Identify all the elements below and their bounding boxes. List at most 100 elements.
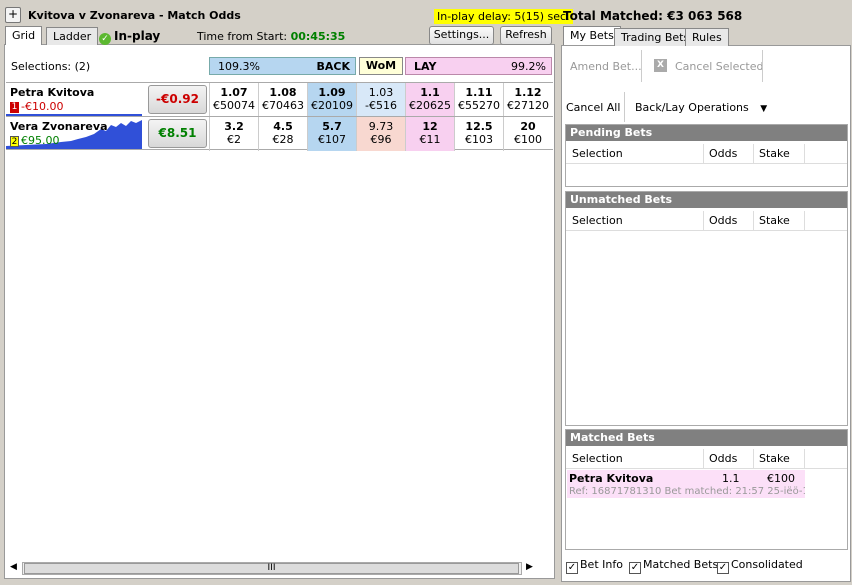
odds: 1.07 — [220, 86, 248, 99]
scroll-right-icon[interactable]: ▶ — [526, 562, 533, 572]
back-cell[interactable]: 1.08 €70463 — [258, 83, 307, 117]
wom-cell: 9.73 €96 — [356, 117, 405, 151]
matched-bets-columns: Selection Odds Stake — [566, 449, 847, 469]
pending-bets-header: Pending Bets — [566, 125, 847, 141]
tab-rules[interactable]: Rules — [685, 28, 729, 46]
odds: 12.5 — [465, 120, 493, 133]
col-selection[interactable]: Selection — [572, 147, 623, 160]
odds: 3.2 — [224, 120, 244, 133]
lay-header: LAY 99.2% — [405, 57, 552, 75]
lay-cell[interactable]: 20 €100 — [503, 117, 552, 151]
greenup-button[interactable]: -€0.92 — [148, 85, 207, 114]
matched-bets-header: Matched Bets — [566, 430, 847, 446]
unmatched-bets-header: Unmatched Bets — [566, 192, 847, 208]
stake: €96 — [370, 133, 392, 146]
scrollbar-grip: III — [267, 563, 276, 573]
time-from-start-value: 00:45:35 — [290, 30, 346, 43]
back-cell[interactable]: 4.5 €28 — [258, 117, 307, 151]
consolidated-checkbox[interactable]: ✓ Consolidated — [717, 558, 803, 574]
odds: 1.08 — [269, 86, 297, 99]
runner-pl-value: €95.00 — [21, 134, 60, 147]
tab-my-bets[interactable]: My Bets — [563, 26, 621, 45]
odds: 4.5 — [273, 120, 293, 133]
stake: €103 — [465, 133, 493, 146]
back-best-cell[interactable]: 1.09 €20109 — [307, 83, 356, 117]
matched-bet-row[interactable]: Petra Kvitova 1.1 €100 Ref: 16871781310 … — [567, 470, 805, 498]
odds: 1.11 — [465, 86, 493, 99]
cancel-selected-button[interactable]: Cancel Selected — [675, 60, 763, 73]
runner-row: Vera Zvonareva 2 €95.00 €8.51 3.2 €2 4.5 €2… — [6, 116, 553, 151]
back-header: 109.3% BACK — [209, 57, 356, 75]
lay-best-cell[interactable]: 1.1 €20625 — [405, 83, 454, 117]
col-stake[interactable]: Stake — [759, 214, 790, 227]
toolbar-divider — [624, 92, 625, 122]
lay-cell[interactable]: 1.12 €27120 — [503, 83, 552, 117]
bet-info-checkbox[interactable]: ✓ Bet Info — [566, 558, 623, 574]
runner-number: 1 — [10, 101, 19, 113]
tab-ladder[interactable]: Ladder — [46, 27, 99, 45]
stake: €11 — [419, 133, 441, 146]
backlay-operations-label: Back/Lay Operations — [635, 101, 749, 114]
unmatched-bets-columns: Selection Odds Stake — [566, 211, 847, 231]
odds: 1.09 — [318, 86, 346, 99]
col-odds[interactable]: Odds — [709, 214, 737, 227]
toolbar-divider — [641, 50, 642, 82]
runner-pl: 2 €95.00 — [10, 134, 60, 147]
stake: €107 — [318, 133, 346, 146]
runner-name[interactable]: Petra Kvitova — [10, 86, 94, 99]
amend-bet-button[interactable]: Amend Bet... — [570, 60, 642, 73]
back-label: BACK — [316, 60, 351, 73]
lay-cell[interactable]: 1.11 €55270 — [454, 83, 503, 117]
matched-bet-ref: Ref: 16871781310 Bet matched: 21:57 25-i… — [569, 486, 805, 497]
stake: €2 — [227, 133, 241, 146]
back-overround: 109.3% — [218, 60, 260, 73]
checkbox-checked-icon: ✓ — [566, 562, 578, 574]
odds: 5.7 — [322, 120, 342, 133]
toolbar-divider — [762, 50, 763, 82]
runner-name[interactable]: Vera Zvonareva — [10, 120, 108, 133]
check-icon: ✓ — [99, 33, 111, 45]
expand-button[interactable]: + — [5, 7, 21, 23]
back-cell[interactable]: 3.2 €2 — [209, 117, 258, 151]
matched-bets-checkbox[interactable]: ✓ Matched Bets — [629, 558, 718, 574]
wom-cell: 1.03 -€516 — [356, 83, 405, 117]
scroll-left-icon[interactable]: ◀ — [10, 562, 17, 572]
inplay-label: In-play — [114, 29, 161, 43]
col-stake[interactable]: Stake — [759, 452, 790, 465]
tab-trading-bets[interactable]: Trading Bets — [614, 28, 697, 46]
pending-bets-columns: Selection Odds Stake — [566, 144, 847, 164]
bet-info-label: Bet Info — [580, 558, 623, 571]
odds: 1.1 — [420, 86, 440, 99]
col-odds[interactable]: Odds — [709, 452, 737, 465]
col-selection[interactable]: Selection — [572, 452, 623, 465]
cancel-x-icon: X — [654, 59, 667, 72]
backlay-operations-button[interactable]: Back/Lay Operations ▼ — [635, 101, 767, 114]
greenup-button[interactable]: €8.51 — [148, 119, 207, 148]
col-odds[interactable]: Odds — [709, 147, 737, 160]
lay-best-cell[interactable]: 12 €11 — [405, 117, 454, 151]
market-title: Kvitova v Zvonareva - Match Odds — [28, 9, 241, 22]
stake: €27120 — [507, 99, 549, 112]
stake: €28 — [272, 133, 294, 146]
time-from-start-label: Time from Start: — [197, 30, 288, 43]
checkbox-checked-icon: ✓ — [629, 562, 641, 574]
runner-row: Petra Kvitova 1 -€10.00 -€0.92 1.07 €50074… — [6, 82, 553, 117]
runner-number: 2 — [10, 135, 19, 147]
cancel-all-button[interactable]: Cancel All — [566, 101, 620, 114]
scrollbar-thumb[interactable]: III — [24, 563, 519, 574]
matched-bets-label: Matched Bets — [643, 558, 719, 571]
wom-header: WoM — [359, 57, 403, 75]
odds: 9.73 — [368, 120, 394, 133]
settings-button[interactable]: Settings... — [429, 26, 494, 45]
lay-cell[interactable]: 12.5 €103 — [454, 117, 503, 151]
col-selection[interactable]: Selection — [572, 214, 623, 227]
refresh-button[interactable]: Refresh — [500, 26, 552, 45]
tab-grid[interactable]: Grid — [5, 26, 43, 45]
odds: 1.03 — [368, 86, 394, 99]
back-cell[interactable]: 1.07 €50074 — [209, 83, 258, 117]
checkbox-checked-icon: ✓ — [717, 562, 729, 574]
stake: €50074 — [213, 99, 255, 112]
back-best-cell[interactable]: 5.7 €107 — [307, 117, 356, 151]
matched-bet-selection: Petra Kvitova — [569, 472, 654, 485]
col-stake[interactable]: Stake — [759, 147, 790, 160]
